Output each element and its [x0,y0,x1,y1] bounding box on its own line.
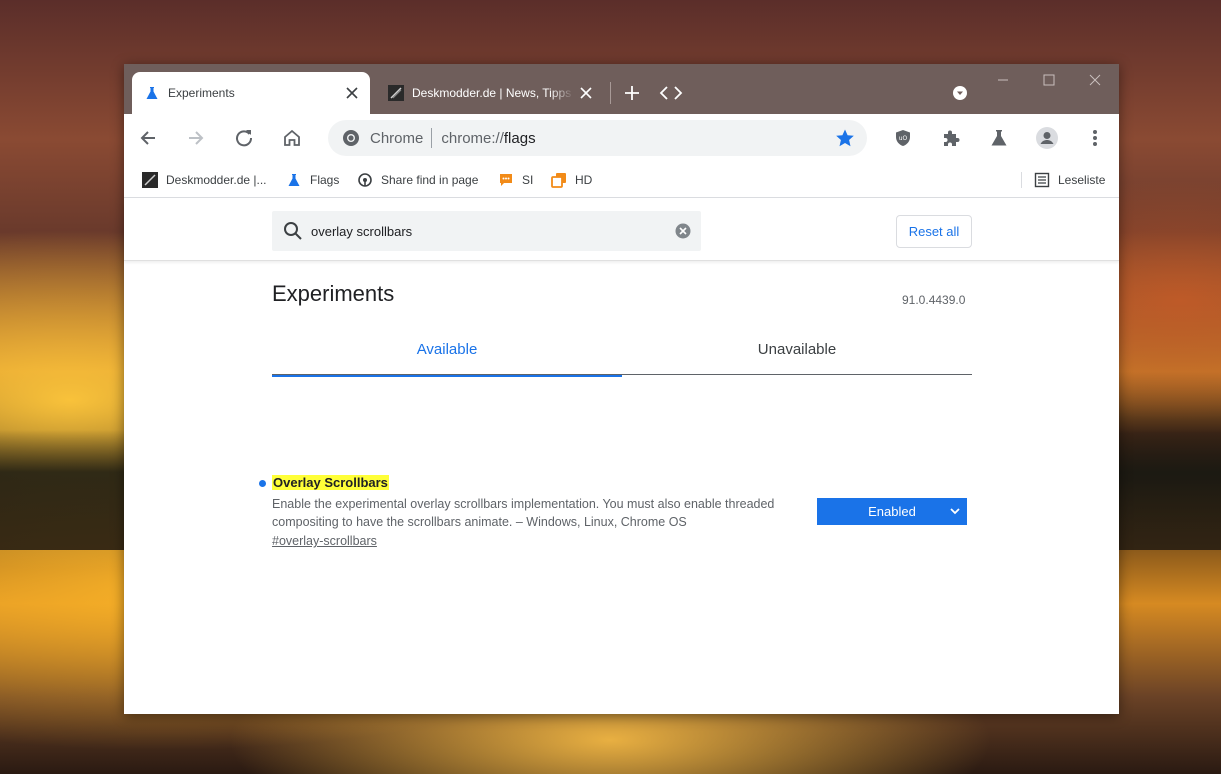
bookmark-label: Flags [310,173,340,187]
plus-icon[interactable] [619,80,645,106]
close-icon[interactable] [340,81,364,105]
forward-icon[interactable] [182,124,210,152]
maximize-icon[interactable] [1026,68,1072,92]
chrome-logo-icon [343,130,359,146]
reading-list-button[interactable]: Leseliste [1034,170,1105,190]
tab-experiments[interactable]: Experiments [132,72,370,114]
bookmark-label: SI [522,173,534,187]
bookmark-label: Deskmodder.de |... [166,173,267,187]
minimize-icon[interactable] [980,68,1026,92]
flag-state-select[interactable]: Enabled [817,498,967,525]
tab-search-icon[interactable] [947,80,973,106]
clear-search-icon[interactable] [675,223,691,239]
bookmarks-bar: Deskmodder.de |... Flags Share find in p… [124,162,1119,198]
extensions-puzzle-icon[interactable] [937,124,965,152]
reload-icon[interactable] [230,124,258,152]
reset-all-button[interactable]: Reset all [896,215,972,248]
tab-title: Experiments [168,86,235,100]
address-bar[interactable]: Chrome chrome://flags [328,120,867,156]
page-title: Experiments [272,281,395,306]
tab-separator [610,82,611,104]
share-icon [357,172,373,188]
star-icon[interactable] [835,128,855,148]
browser-window: Experiments Deskmodder.de | News, Tipps … [124,64,1119,714]
bookmark-flags[interactable]: Flags [286,170,339,190]
search-input[interactable] [311,223,661,239]
bookmarks-separator [1021,172,1022,188]
home-icon[interactable] [278,124,306,152]
flag-name: Overlay Scrollbars [272,475,389,490]
flask-icon [286,172,302,188]
chevron-down-icon [950,508,960,515]
search-icon [284,222,302,240]
bookmark-hd[interactable]: HD [551,170,592,190]
code-brackets-icon[interactable] [658,80,684,106]
flag-state-value: Enabled [868,504,916,519]
flags-page: Reset all Experiments 91.0.4439.0 Availa… [124,203,1119,714]
tab-deskmodder[interactable]: Deskmodder.de | News, Tipps u [376,72,604,114]
toolbar: Chrome chrome://flags uO [124,114,1119,162]
reading-list-icon [1034,172,1050,188]
chip-separator [431,128,433,148]
search-box[interactable] [272,211,701,251]
bookmark-label: Share find in page [381,173,479,187]
bookmark-label: HD [575,173,593,187]
flags-tabs: Available Unavailable [272,323,972,377]
tab-title: Deskmodder.de | News, Tipps u [412,86,574,100]
close-icon[interactable] [574,81,598,105]
url-host: flags [503,129,536,147]
bookmark-share-find[interactable]: Share find in page [357,170,478,190]
site-chip-label: Chrome [370,129,424,147]
reading-list-label: Leseliste [1058,173,1106,187]
flask-icon[interactable] [985,124,1013,152]
bookmark-deskmodder[interactable]: Deskmodder.de |... [142,170,267,190]
svg-text:uO: uO [899,135,908,142]
flag-description: Enable the experimental overlay scrollba… [272,497,775,529]
ublock-icon[interactable]: uO [889,124,917,152]
deskmodder-icon [142,172,158,188]
tab-unavailable[interactable]: Unavailable [622,323,972,375]
tab-available[interactable]: Available [272,323,622,377]
copy-orange-icon [551,172,567,188]
chat-orange-icon [498,172,514,188]
modified-indicator [259,480,266,487]
bookmark-si[interactable]: SI [498,170,533,190]
flag-permalink[interactable]: #overlay-scrollbars [272,534,377,548]
flask-icon [144,85,160,101]
search-header: Reset all [124,203,1119,261]
deskmodder-icon [388,85,404,101]
url-scheme: chrome:// [441,129,504,147]
menu-kebab-icon[interactable] [1081,124,1109,152]
tab-strip: Experiments Deskmodder.de | News, Tipps … [124,64,1119,114]
close-icon[interactable] [1072,68,1118,92]
version-label: 91.0.4439.0 [902,293,966,307]
back-icon[interactable] [134,124,162,152]
profile-avatar-icon[interactable] [1033,124,1061,152]
